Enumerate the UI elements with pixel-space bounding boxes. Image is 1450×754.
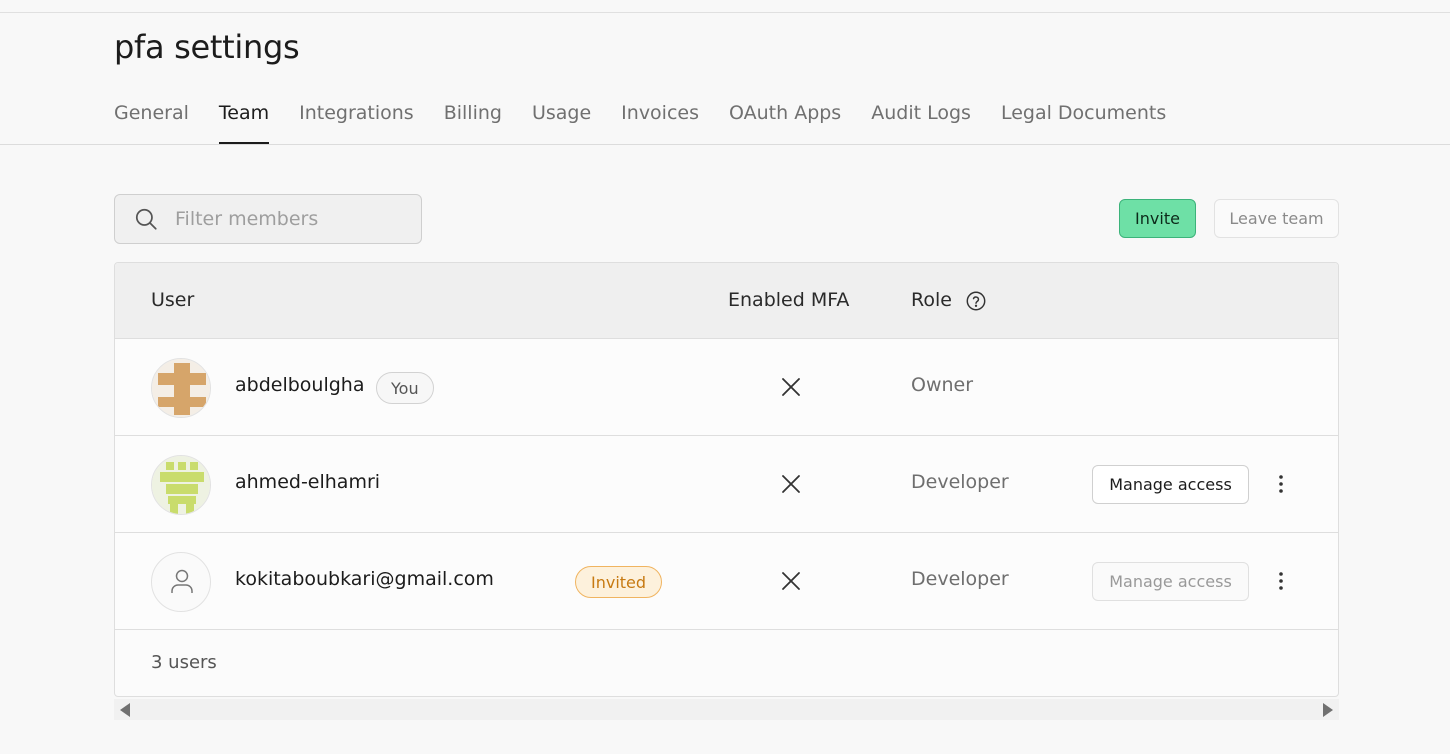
x-icon	[782, 475, 800, 493]
x-icon	[782, 572, 800, 590]
avatar	[151, 358, 211, 418]
kebab-menu-icon	[1279, 572, 1283, 590]
you-badge: You	[376, 372, 434, 404]
user-name: abdelboulgha	[235, 374, 365, 396]
avatar	[151, 455, 211, 515]
scroll-left-arrow-icon[interactable]	[120, 703, 130, 717]
identicon-avatar	[152, 456, 210, 514]
invited-badge: Invited	[575, 566, 663, 598]
horizontal-scrollbar[interactable]	[114, 699, 1339, 720]
table-row: kokitaboubkari@gmail.com Invited Develop…	[115, 533, 1338, 630]
header-enabled-mfa: Enabled MFA	[728, 289, 850, 311]
manage-access-button[interactable]: Manage access	[1092, 562, 1249, 601]
page-title: pfa settings	[114, 28, 300, 66]
top-border	[0, 12, 1450, 13]
invite-button[interactable]: Invite	[1119, 199, 1196, 238]
tab-legal-documents[interactable]: Legal Documents	[1001, 92, 1166, 144]
table-header: User Enabled MFA Role	[115, 263, 1338, 339]
more-options-button[interactable]	[1271, 472, 1291, 496]
tab-invoices[interactable]: Invoices	[621, 92, 699, 144]
tabs-divider	[0, 144, 1450, 145]
manage-access-button[interactable]: Manage access	[1092, 465, 1249, 504]
table-row: abdelboulgha You Owner	[115, 339, 1338, 436]
user-role: Owner	[911, 374, 974, 396]
user-icon	[171, 569, 193, 593]
filter-members-input[interactable]	[175, 208, 405, 230]
table-row: ahmed-elhamri Developer Manage access	[115, 436, 1338, 533]
user-email: kokitaboubkari@gmail.com	[235, 568, 494, 590]
user-role: Developer	[911, 568, 1009, 590]
header-role: Role	[911, 289, 952, 311]
scroll-right-arrow-icon[interactable]	[1323, 703, 1333, 717]
search-icon	[135, 208, 157, 230]
tab-team[interactable]: Team	[218, 92, 270, 144]
identicon-avatar	[152, 359, 210, 417]
user-role: Developer	[911, 471, 1009, 493]
x-icon	[782, 378, 800, 396]
kebab-menu-icon	[1279, 475, 1283, 493]
user-name: ahmed-elhamri	[235, 471, 381, 493]
tab-usage[interactable]: Usage	[532, 92, 591, 144]
tab-general[interactable]: General	[114, 92, 189, 144]
more-options-button[interactable]	[1271, 569, 1291, 593]
members-table: User Enabled MFA Role abdelboulgha You O…	[114, 262, 1339, 697]
filter-members-search[interactable]	[114, 194, 422, 244]
tab-billing[interactable]: Billing	[444, 92, 502, 144]
tab-oauth-apps[interactable]: OAuth Apps	[729, 92, 841, 144]
help-icon[interactable]	[965, 290, 987, 312]
user-count: 3 users	[151, 652, 217, 673]
leave-team-button[interactable]: Leave team	[1214, 199, 1339, 238]
tab-integrations[interactable]: Integrations	[299, 92, 414, 144]
avatar	[151, 552, 211, 612]
settings-tabs: General Team Integrations Billing Usage …	[114, 92, 1196, 144]
tab-audit-logs[interactable]: Audit Logs	[871, 92, 971, 144]
header-user: User	[151, 289, 195, 311]
